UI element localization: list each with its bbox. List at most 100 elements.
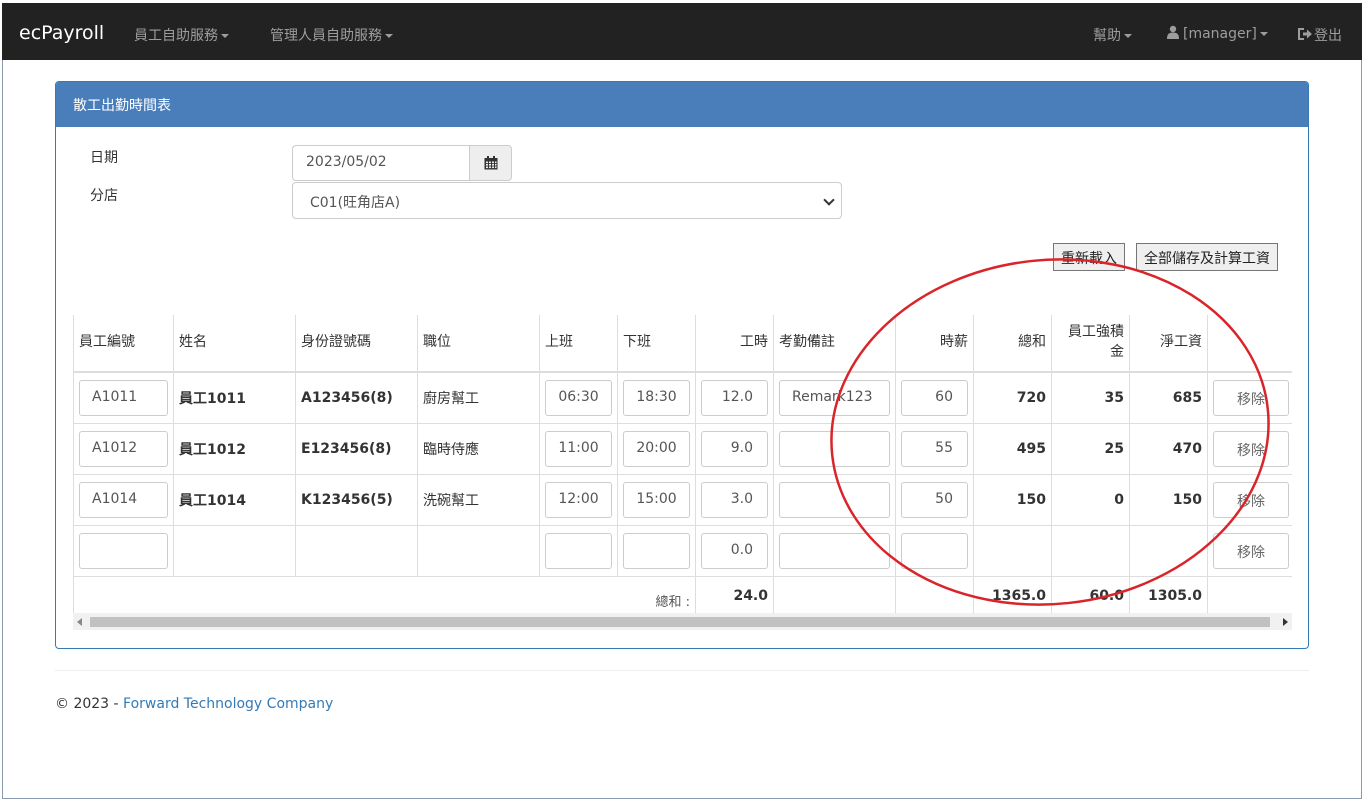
branch-selected-value: C01(旺角店A) [310,195,401,211]
logout-label: 登出 [1314,28,1342,44]
footer-copyright: © 2023 - [55,696,119,712]
col-header-total: 總和 [973,315,1052,373]
start-time-input[interactable]: 06:30 [545,379,612,416]
col-header-action [1207,315,1292,373]
start-time-input[interactable] [545,532,612,569]
caret-down-icon [221,34,229,38]
hours-input[interactable]: 0.0 [701,532,768,569]
hourly-rate-input[interactable]: 55 [901,430,968,467]
menu-user[interactable]: [manager] [1166,25,1268,42]
id-number: A123456(8) [295,371,418,424]
hourly-rate-input[interactable]: 50 [901,481,968,518]
employee-name: 員工1014 [173,473,296,526]
col-header-net: 淨工資 [1129,315,1208,373]
calendar-button[interactable] [469,145,512,181]
emp-no-input[interactable]: A1012 [79,430,168,467]
menu-user-label: [manager] [1183,26,1257,42]
employee-name: 員工1011 [173,371,296,424]
emp-no-input[interactable]: A1011 [79,379,168,416]
chevron-down-icon [823,194,835,206]
menu-employee-label: 員工自助服務 [134,28,218,44]
calendar-icon [484,156,498,170]
mpf-amount: 35 [1051,371,1130,424]
table-row-new: 0.0 移除 [73,524,1292,577]
hourly-rate-input[interactable] [901,532,968,569]
brand-logo[interactable]: ecPayroll [19,22,104,44]
position: 臨時侍應 [417,422,540,475]
hours-input[interactable]: 9.0 [701,430,768,467]
total-pay: 720 [973,371,1052,424]
menu-manager-self-service[interactable]: 管理人員自助服務 [270,25,393,45]
table-header-row: 員工編號 姓名 身份證號碼 職位 上班 下班 工時 考勤備註 時薪 總和 員工強… [73,315,1292,373]
timesheet-table: 員工編號 姓名 身份證號碼 職位 上班 下班 工時 考勤備註 時薪 總和 員工強… [73,315,1292,613]
footer-company-link[interactable]: Forward Technology Company [123,696,333,712]
panel-title: 散工出勤時間表 [56,82,1308,127]
net-pay: 150 [1129,473,1208,526]
employee-name [173,524,296,577]
totals-label: 總和 : [73,575,696,613]
horizontal-scrollbar[interactable] [73,613,1292,630]
totals-net: 1305.0 [1129,575,1208,613]
remove-button[interactable]: 移除 [1213,430,1289,467]
hourly-rate-input[interactable]: 60 [901,379,968,416]
branch-select[interactable]: C01(旺角店A) [292,182,842,219]
mpf-amount: 0 [1051,473,1130,526]
logout-link[interactable]: 登出 [1297,25,1342,45]
id-number: E123456(8) [295,422,418,475]
col-header-position: 職位 [417,315,540,373]
id-number [295,524,418,577]
caret-down-icon [1259,32,1268,36]
col-header-name: 姓名 [173,315,296,373]
table-row: A1011 員工1011 A123456(8) 廚房幫工 06:30 18:30… [73,371,1292,424]
position [417,524,540,577]
scroll-right-icon[interactable] [1283,618,1288,626]
total-pay: 495 [973,422,1052,475]
menu-help[interactable]: 幫助 [1093,25,1132,45]
employee-name: 員工1012 [173,422,296,475]
remove-button[interactable]: 移除 [1213,481,1289,518]
date-input[interactable]: 2023/05/02 [292,145,470,181]
start-time-input[interactable]: 11:00 [545,430,612,467]
totals-hours: 24.0 [695,575,774,613]
end-time-input[interactable]: 15:00 [623,481,690,518]
navbar: ecPayroll 員工自助服務 管理人員自助服務 幫助 [manager] 登… [2,3,1362,60]
menu-manager-label: 管理人員自助服務 [270,28,382,44]
position: 洗碗幫工 [417,473,540,526]
branch-label: 分店 [90,188,118,204]
emp-no-input[interactable]: A1014 [79,481,168,518]
position: 廚房幫工 [417,371,540,424]
totals-empty [1208,576,1293,613]
reload-button[interactable]: 重新載入 [1053,243,1125,271]
remove-button[interactable]: 移除 [1213,532,1289,569]
save-all-calc-button[interactable]: 全部儲存及計算工資 [1136,243,1278,271]
col-header-hours: 工時 [695,315,774,373]
emp-no-input[interactable] [79,532,168,569]
end-time-input[interactable] [623,532,690,569]
net-pay [1129,524,1208,577]
remark-input[interactable] [779,532,890,569]
caret-down-icon [1124,34,1132,38]
scroll-left-icon[interactable] [77,618,82,626]
start-time-input[interactable]: 12:00 [545,481,612,518]
scroll-thumb[interactable] [90,617,1270,627]
remark-input[interactable]: Remark123 [779,379,890,416]
hours-input[interactable]: 12.0 [701,379,768,416]
end-time-input[interactable]: 20:00 [623,430,690,467]
mpf-amount [1051,524,1130,577]
menu-employee-self-service[interactable]: 員工自助服務 [134,25,229,45]
totals-row: 總和 : 24.0 1365.0 60.0 1305.0 [73,575,1293,613]
hours-input[interactable]: 3.0 [701,481,768,518]
net-pay: 470 [1129,422,1208,475]
logout-icon [1298,28,1312,40]
remove-button[interactable]: 移除 [1213,379,1289,416]
remark-input[interactable] [779,481,890,518]
totals-empty [895,575,974,613]
table-row: A1014 員工1014 K123456(5) 洗碗幫工 12:00 15:00… [73,473,1292,526]
end-time-input[interactable]: 18:30 [623,379,690,416]
net-pay: 685 [1129,371,1208,424]
footer-divider [55,670,1309,671]
footer: © 2023 - Forward Technology Company [55,696,333,712]
id-number: K123456(5) [295,473,418,526]
remark-input[interactable] [779,430,890,467]
mpf-amount: 25 [1051,422,1130,475]
